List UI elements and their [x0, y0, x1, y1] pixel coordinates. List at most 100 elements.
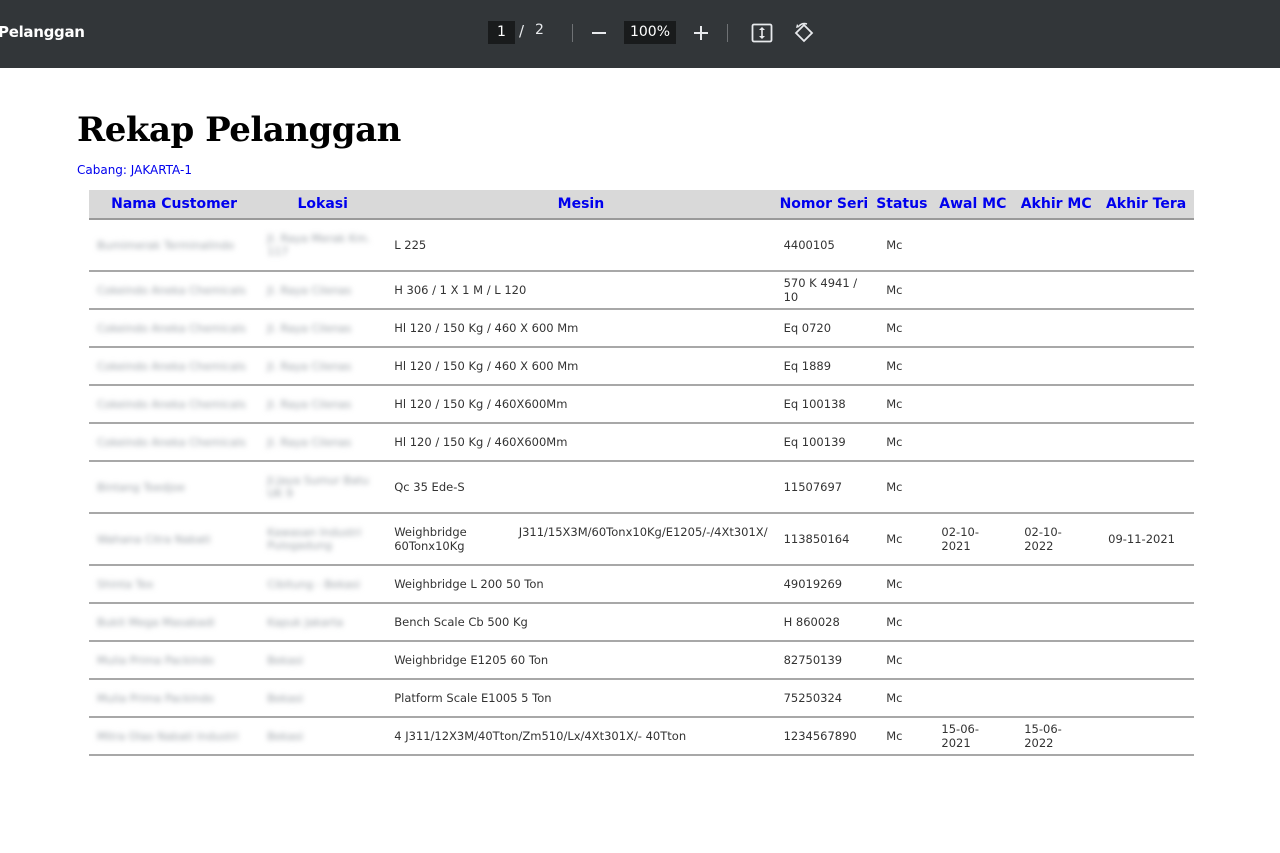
cell-mesin: Hl 120 / 150 Kg / 460 X 600 Mm: [386, 347, 776, 386]
cell-lokasi: Jl. Raya Cilenas: [259, 309, 387, 348]
cell-status: Mc: [872, 679, 932, 718]
rotate-button[interactable]: [789, 18, 819, 48]
cell-awal-mc: [931, 679, 1015, 718]
cell-mesin: Hl 120 / 150 Kg / 460X600Mm: [386, 423, 776, 462]
cell-lokasi: Jl. Raya Cilenas: [259, 385, 387, 424]
cell-awal-mc: [931, 309, 1015, 348]
cell-awal-mc: [931, 565, 1015, 604]
fit-page-button[interactable]: [747, 18, 777, 48]
col-header-akhir-tera: Akhir Tera: [1098, 190, 1194, 220]
zoom-out-button[interactable]: [584, 18, 614, 48]
toolbar-divider: [572, 24, 573, 42]
cell-akhir-mc: [1014, 385, 1099, 424]
cell-akhir-mc: 02-10-2022: [1014, 513, 1099, 566]
cell-akhir-tera: [1098, 641, 1194, 680]
table-row: Bintang Toedjoe Jl.Jaya Sumur Batu UK 9 …: [89, 461, 1194, 514]
cell-akhir-mc: [1014, 347, 1099, 386]
cell-nomor-seri: Eq 0720: [775, 309, 873, 348]
table-row: Cokeindo Aneka Chemicals Jl. Raya Cilena…: [89, 423, 1194, 462]
cell-lokasi: Kawasan Industri Pulogadung: [259, 513, 387, 566]
cell-akhir-mc: [1014, 423, 1099, 462]
cell-akhir-tera: [1098, 679, 1194, 718]
cell-status: Mc: [872, 603, 932, 642]
col-header-nomor-seri: Nomor Seri: [775, 190, 873, 220]
cell-lokasi: Jl. Raya Merak Km. 117: [259, 219, 387, 272]
cell-nomor-seri: 113850164: [775, 513, 873, 566]
cell-akhir-mc: [1014, 679, 1099, 718]
customer-table: Nama Customer Lokasi Mesin Nomor Seri St…: [89, 190, 1194, 756]
cell-akhir-tera: [1098, 385, 1194, 424]
cell-akhir-mc: [1014, 219, 1099, 272]
cell-akhir-tera: [1098, 271, 1194, 310]
cell-akhir-mc: [1014, 603, 1099, 642]
fit-page-icon: [751, 23, 773, 43]
cell-mesin: 4 J311/12X3M/40Tton/Zm510/Lx/4Xt301X/- 4…: [386, 717, 776, 756]
table-row: Mulia Prima Packindo Bekasi Weighbridge …: [89, 641, 1194, 680]
zoom-in-button[interactable]: [686, 18, 716, 48]
cell-status: Mc: [872, 385, 932, 424]
table-row: Cokeindo Aneka Chemicals Jl. Raya Cilena…: [89, 347, 1194, 386]
cell-mesin: Weighbridge L 200 50 Ton: [386, 565, 776, 604]
cell-akhir-mc: [1014, 641, 1099, 680]
cell-customer: Shinta Tex: [89, 565, 260, 604]
cell-mesin: Weighbridge E1205 60 Ton: [386, 641, 776, 680]
cell-awal-mc: [931, 423, 1015, 462]
cell-status: Mc: [872, 565, 932, 604]
cell-customer: Cokeindo Aneka Chemicals: [89, 309, 260, 348]
cell-akhir-tera: [1098, 423, 1194, 462]
table-row: Shinta Tex Cibitung - Bekasi Weighbridge…: [89, 565, 1194, 604]
cell-lokasi: Bekasi: [259, 679, 387, 718]
col-header-status: Status: [872, 190, 932, 220]
cell-lokasi: Jl. Raya Cilenas: [259, 423, 387, 462]
page-separator: /: [519, 22, 525, 40]
cell-lokasi: Jl.Jaya Sumur Batu UK 9: [259, 461, 387, 514]
cell-nomor-seri: 570 K 4941 / 10: [775, 271, 873, 310]
cell-mesin: Bench Scale Cb 500 Kg: [386, 603, 776, 642]
cell-lokasi: Cibitung - Bekasi: [259, 565, 387, 604]
table-row: Bumimerak Terminalindo Jl. Raya Merak Km…: [89, 219, 1194, 272]
cell-akhir-mc: 15-06-2022: [1014, 717, 1099, 756]
cell-akhir-tera: [1098, 219, 1194, 272]
table-row: Mulia Prima Packindo Bekasi Platform Sca…: [89, 679, 1194, 718]
cell-awal-mc: [931, 641, 1015, 680]
branch-label: Cabang: JAKARTA-1: [77, 163, 192, 177]
cell-awal-mc: [931, 461, 1015, 514]
cell-mesin: Platform Scale E1005 5 Ton: [386, 679, 776, 718]
cell-akhir-tera: [1098, 347, 1194, 386]
cell-customer: Cokeindo Aneka Chemicals: [89, 347, 260, 386]
table-row: Cokeindo Aneka Chemicals Jl. Raya Cilena…: [89, 385, 1194, 424]
table-row: Wahana Citra Nabati Kawasan Industri Pul…: [89, 513, 1194, 566]
cell-akhir-tera: [1098, 717, 1194, 756]
document-title: Pelanggan: [0, 23, 85, 41]
cell-customer: Cokeindo Aneka Chemicals: [89, 423, 260, 462]
cell-lokasi: Jl. Raya Cilenas: [259, 347, 387, 386]
cell-mesin: L 225: [386, 219, 776, 272]
table-row: Bukit Mega Masabadi Kapuk Jakarta Bench …: [89, 603, 1194, 642]
cell-nomor-seri: 4400105: [775, 219, 873, 272]
cell-mesin: Weighbridge J311/15X3M/60Tonx10Kg/E1205/…: [386, 513, 776, 566]
cell-nomor-seri: H 860028: [775, 603, 873, 642]
table-header-row: Nama Customer Lokasi Mesin Nomor Seri St…: [89, 190, 1194, 220]
cell-awal-mc: 15-06-2021: [931, 717, 1015, 756]
cell-nomor-seri: 82750139: [775, 641, 873, 680]
cell-customer: Bukit Mega Masabadi: [89, 603, 260, 642]
cell-nomor-seri: 49019269: [775, 565, 873, 604]
cell-akhir-tera: [1098, 461, 1194, 514]
cell-akhir-tera: [1098, 309, 1194, 348]
cell-akhir-tera: [1098, 603, 1194, 642]
cell-customer: Mulia Prima Packindo: [89, 641, 260, 680]
cell-mesin: Hl 120 / 150 Kg / 460 X 600 Mm: [386, 309, 776, 348]
zoom-input[interactable]: 100%: [624, 21, 676, 44]
cell-nomor-seri: Eq 100139: [775, 423, 873, 462]
page-title: Rekap Pelanggan: [77, 110, 401, 150]
cell-nomor-seri: Eq 1889: [775, 347, 873, 386]
page-number-input[interactable]: 1: [488, 21, 515, 44]
cell-awal-mc: [931, 603, 1015, 642]
cell-customer: Cokeindo Aneka Chemicals: [89, 271, 260, 310]
cell-status: Mc: [872, 641, 932, 680]
cell-customer: Mitra Olao Nabati Industri: [89, 717, 260, 756]
plus-icon: [694, 26, 708, 40]
cell-nomor-seri: 11507697: [775, 461, 873, 514]
table-row: Cokeindo Aneka Chemicals Jl. Raya Cilena…: [89, 309, 1194, 348]
cell-status: Mc: [872, 423, 932, 462]
